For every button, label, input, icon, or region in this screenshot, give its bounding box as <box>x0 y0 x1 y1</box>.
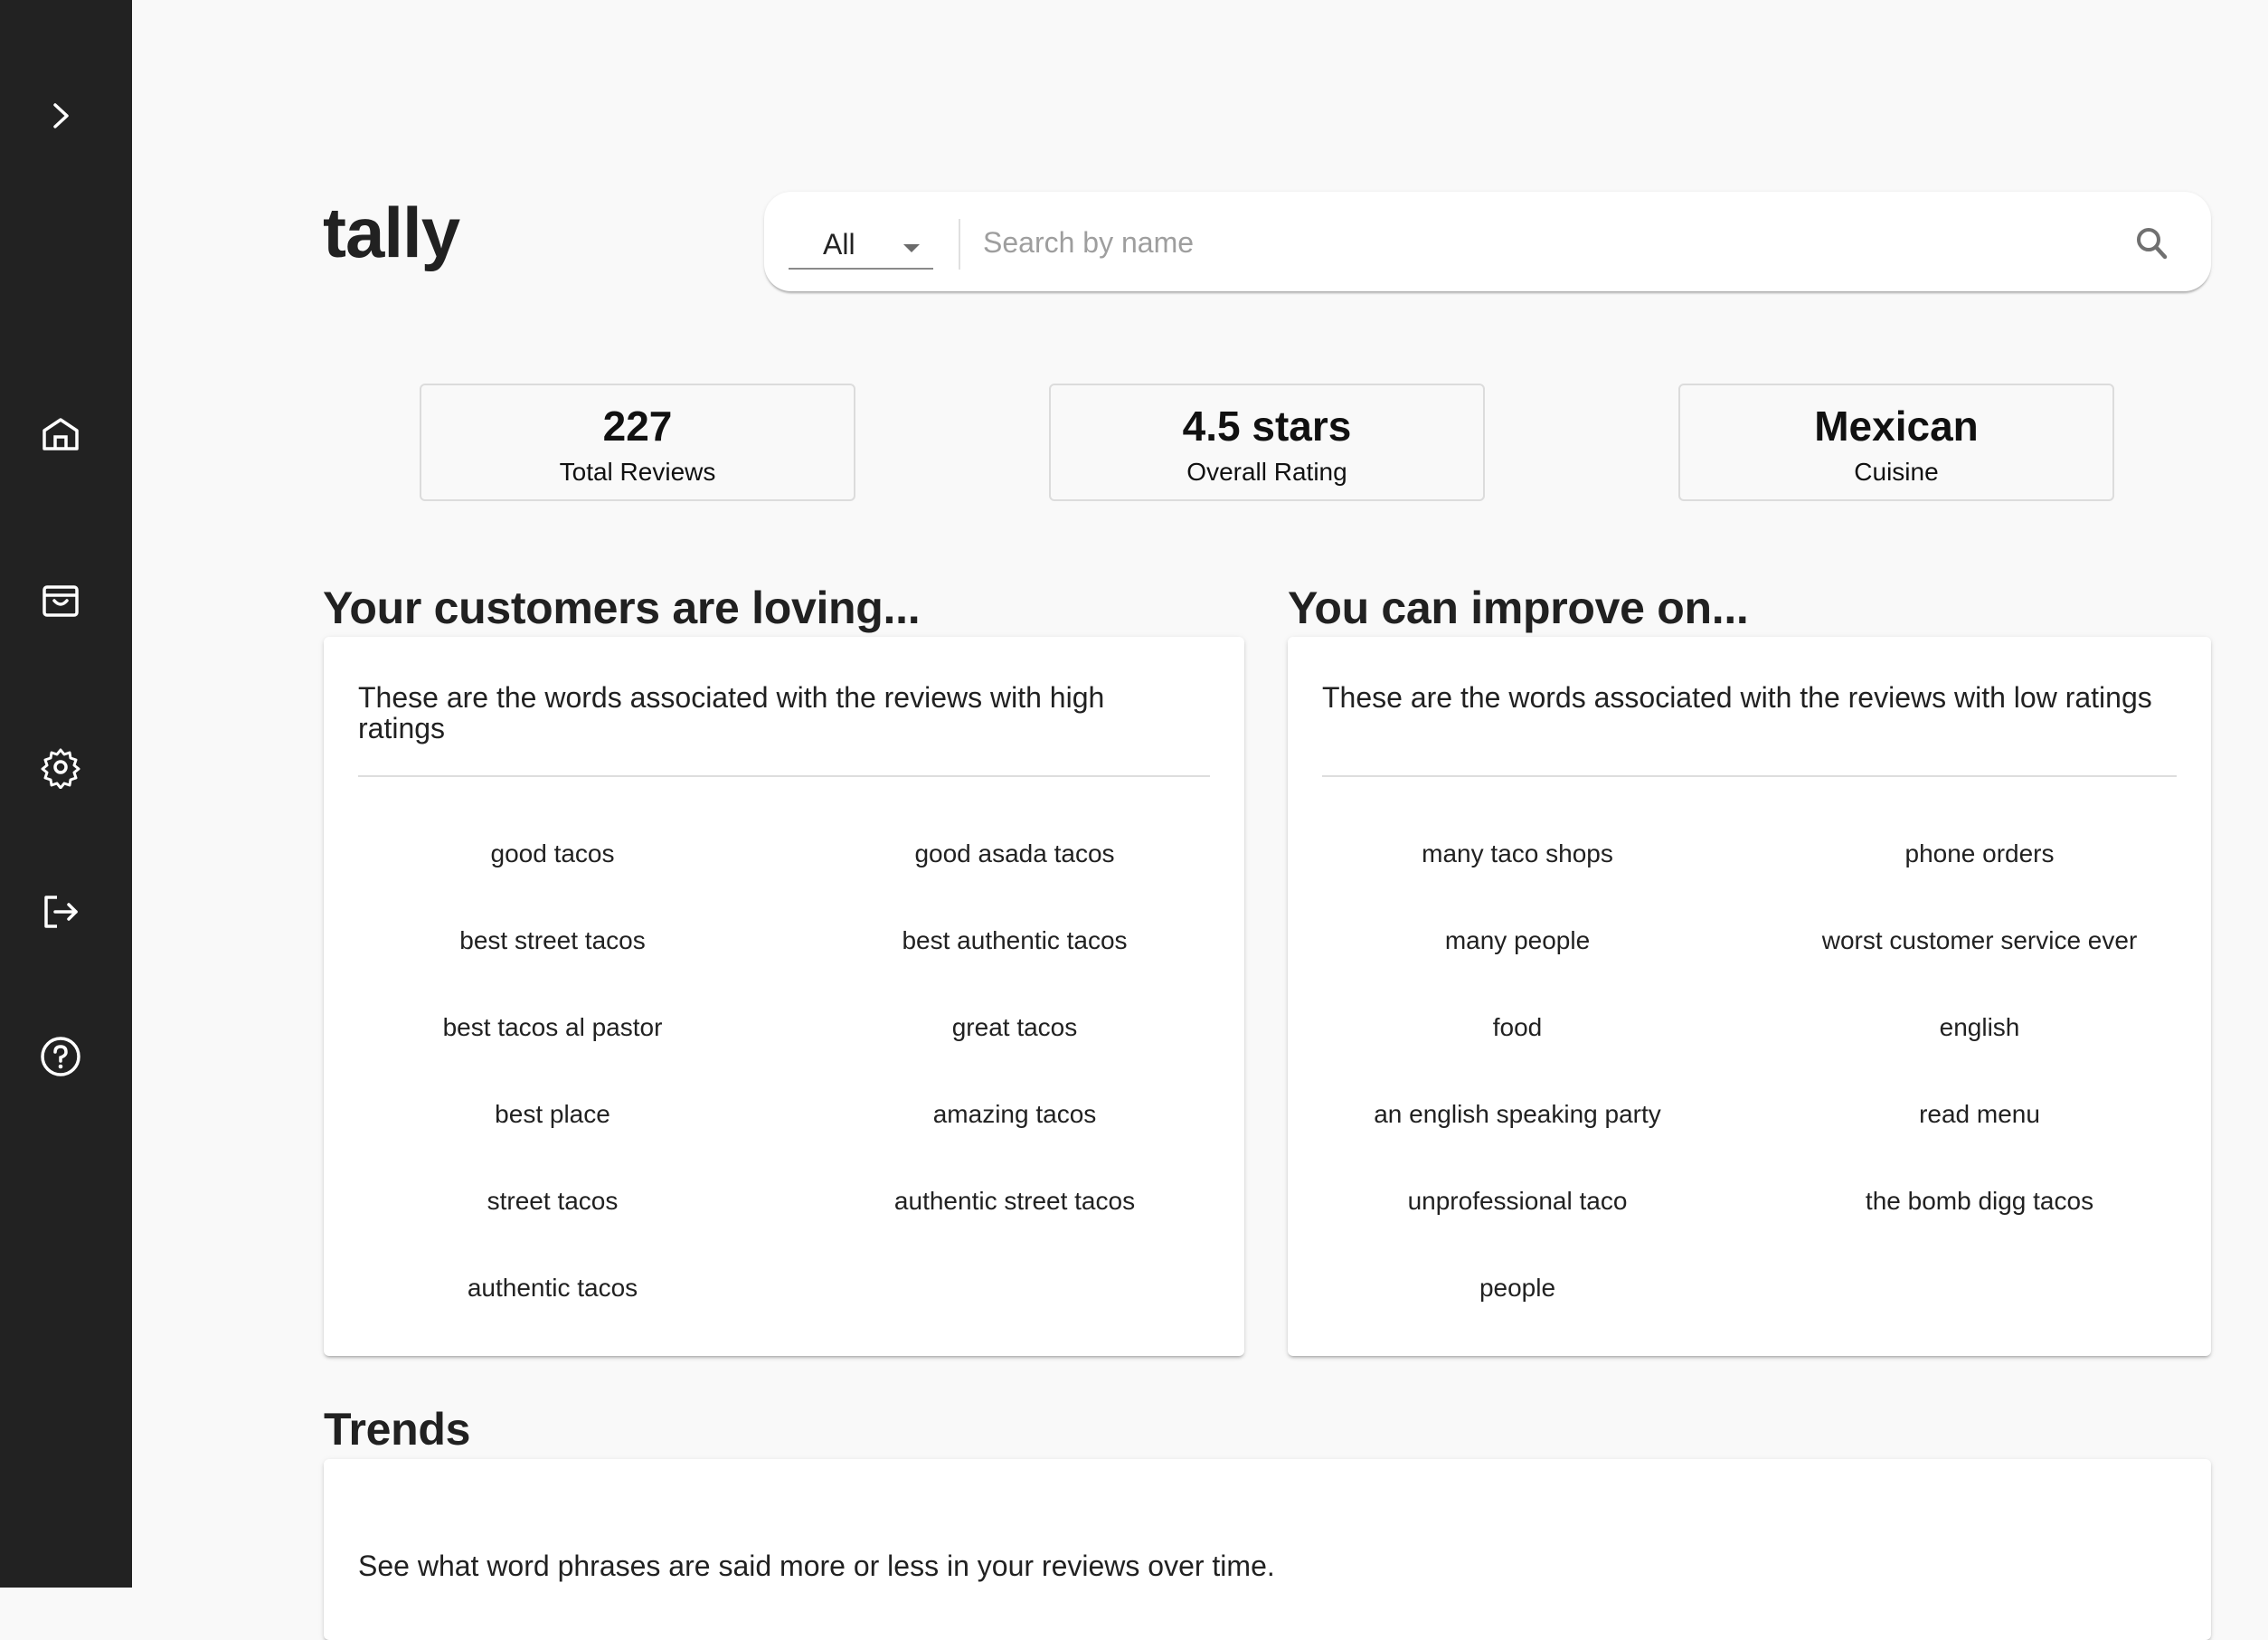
trends-heading: Trends <box>324 1404 471 1455</box>
word-phrase: food <box>1492 1013 1543 1041</box>
word-phrase: best place <box>495 1100 610 1128</box>
word-phrase: many people <box>1444 926 1591 954</box>
word-phrase: good tacos <box>490 839 615 867</box>
help-icon <box>41 1037 80 1076</box>
word-phrase: phone orders <box>1904 839 2055 867</box>
improve-divider <box>1322 775 2177 777</box>
home-icon <box>43 418 79 450</box>
filter-selected-value: All <box>823 228 855 261</box>
search-divider <box>959 219 960 270</box>
word-phrase: the bomb digg tacos <box>1865 1187 2094 1215</box>
word-phrase: best authentic tacos <box>902 926 1128 954</box>
loving-heading: Your customers are loving... <box>323 583 921 633</box>
word-phrase: an english speaking party <box>1374 1100 1661 1128</box>
word-phrase: unprofessional taco <box>1407 1187 1628 1215</box>
chevron-right-icon <box>53 103 69 128</box>
stat-value: 227 <box>602 403 673 450</box>
sidebar-item-shop[interactable] <box>39 579 82 622</box>
stat-card-cuisine: Mexican Cuisine <box>1678 384 2114 501</box>
search-bar: All <box>764 192 2211 291</box>
trends-description: See what word phrases are said more or l… <box>358 1550 1275 1582</box>
word-phrase: street tacos <box>487 1187 619 1215</box>
sidebar <box>0 0 132 1588</box>
shopping-bag-icon <box>43 585 79 617</box>
improve-description: These are the words associated with the … <box>1322 681 2152 714</box>
word-phrase: best tacos al pastor <box>442 1013 663 1041</box>
category-filter-select[interactable]: All <box>789 219 933 270</box>
word-phrase: read menu <box>1919 1100 2040 1128</box>
word-phrase: amazing tacos <box>932 1100 1097 1128</box>
loving-card: These are the words associated with the … <box>324 637 1244 1356</box>
word-phrase: great tacos <box>951 1013 1078 1041</box>
stat-card-overall-rating: 4.5 stars Overall Rating <box>1049 384 1485 501</box>
improve-card: These are the words associated with the … <box>1288 637 2211 1356</box>
word-phrase: many taco shops <box>1422 839 1613 867</box>
stat-card-total-reviews: 227 Total Reviews <box>420 384 855 501</box>
search-input[interactable] <box>981 214 2124 270</box>
word-phrase: english <box>1939 1013 2020 1041</box>
stat-value: 4.5 stars <box>1182 403 1352 450</box>
sidebar-item-logout[interactable] <box>39 890 82 934</box>
dropdown-arrow-icon <box>903 244 920 252</box>
stat-label: Overall Rating <box>1186 458 1347 486</box>
search-button[interactable] <box>2130 222 2175 267</box>
stat-value: Mexican <box>1814 403 1979 450</box>
word-phrase: good asada tacos <box>914 839 1115 867</box>
expand-sidebar-button[interactable] <box>43 94 79 137</box>
logout-icon <box>44 896 78 928</box>
sidebar-item-home[interactable] <box>39 412 82 456</box>
word-phrase: best street tacos <box>459 926 646 954</box>
app-title: tally <box>323 193 460 272</box>
gear-icon <box>41 748 80 789</box>
loving-description: These are the words associated with the … <box>358 681 1105 744</box>
word-phrase: worst customer service ever <box>1821 926 2138 954</box>
word-phrase: authentic street tacos <box>893 1187 1136 1215</box>
search-icon <box>2137 228 2168 260</box>
word-phrase: people <box>1479 1274 1556 1302</box>
word-phrase: authentic tacos <box>467 1274 638 1302</box>
trends-card: See what word phrases are said more or l… <box>324 1459 2211 1640</box>
improve-heading: You can improve on... <box>1288 583 1749 633</box>
sidebar-item-help[interactable] <box>39 1035 82 1078</box>
loving-divider <box>358 775 1210 777</box>
stat-label: Cuisine <box>1854 458 1939 486</box>
sidebar-item-settings[interactable] <box>39 745 82 789</box>
stat-label: Total Reviews <box>559 458 716 486</box>
